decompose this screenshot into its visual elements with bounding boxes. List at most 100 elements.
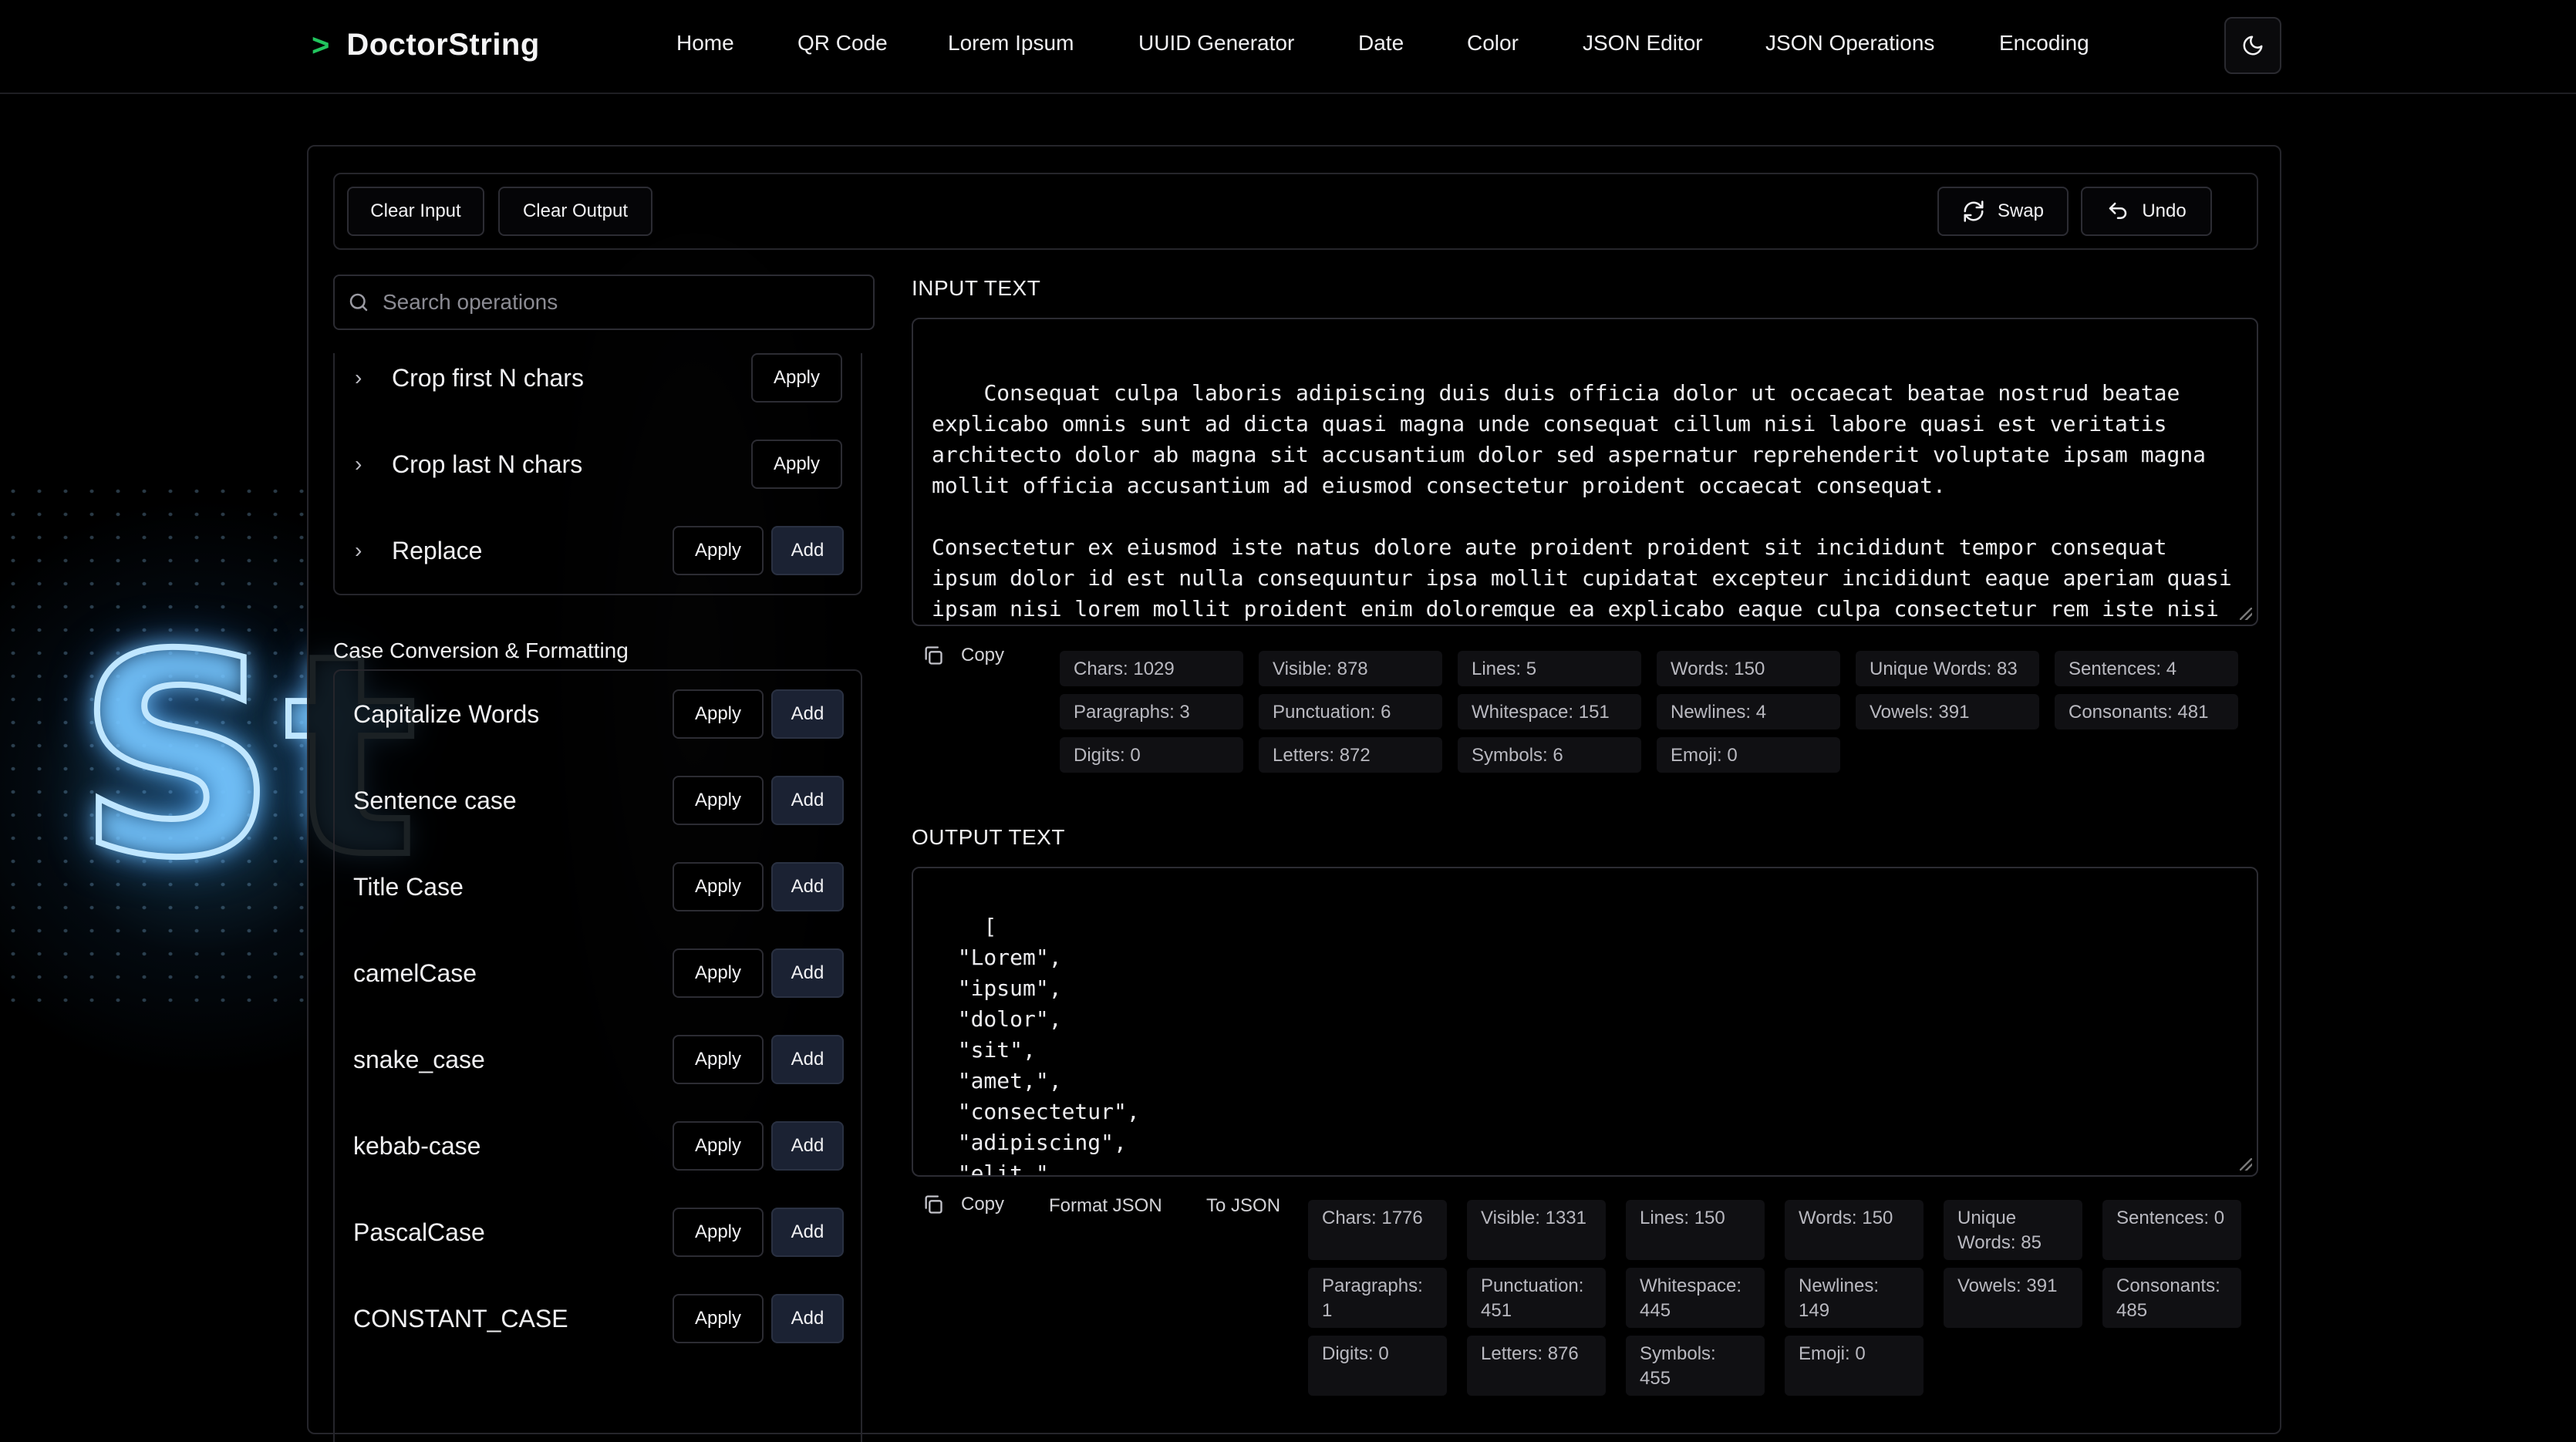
stat-consonants: Consonants: 485 <box>2102 1268 2241 1328</box>
undo-button[interactable]: Undo <box>2081 187 2212 236</box>
stat-visible: Visible: 1331 <box>1467 1200 1606 1260</box>
section-title-case-conversion: Case Conversion & Formatting <box>333 638 629 662</box>
operation-row: PascalCase Apply Add <box>335 1189 861 1275</box>
operation-label: Replace <box>392 536 483 564</box>
chevron-right-icon[interactable]: › <box>355 421 362 507</box>
operation-label: CONSTANT_CASE <box>353 1304 568 1333</box>
stat-sentences: Sentences: 4 <box>2055 651 2238 686</box>
operations-list-case-conversion: Capitalize Words Apply Add Sentence case… <box>333 669 862 1442</box>
apply-button[interactable]: Apply <box>673 1208 764 1257</box>
search-icon <box>349 293 368 312</box>
main-card: Clear Input Clear Output Swap Undo › Cro… <box>307 145 2281 1442</box>
apply-button[interactable]: Apply <box>673 1294 764 1343</box>
nav-json-operations[interactable]: JSON Operations <box>1765 31 1934 56</box>
nav-uuid-generator[interactable]: UUID Generator <box>1138 31 1294 56</box>
search-input[interactable] <box>383 290 845 315</box>
add-button[interactable]: Add <box>771 1208 844 1257</box>
input-copy-button[interactable]: Copy <box>922 645 1004 666</box>
input-textarea[interactable]: Consequat culpa laboris adipiscing duis … <box>912 318 2258 626</box>
operation-label: Title Case <box>353 872 464 901</box>
nav-json-editor[interactable]: JSON Editor <box>1583 31 1703 56</box>
stat-paragraphs: Paragraphs: 1 <box>1308 1268 1447 1328</box>
resize-handle[interactable] <box>2240 1158 2252 1171</box>
stat-lines: Lines: 150 <box>1626 1200 1765 1260</box>
add-button[interactable]: Add <box>771 1294 844 1343</box>
nav-color[interactable]: Color <box>1467 31 1519 56</box>
input-text: Consequat culpa laboris adipiscing duis … <box>932 380 2232 622</box>
swap-button[interactable]: Swap <box>1937 187 2069 236</box>
moon-icon <box>2243 35 2263 56</box>
stat-words: Words: 150 <box>1785 1200 1924 1260</box>
add-button[interactable]: Add <box>771 862 844 911</box>
add-button[interactable]: Add <box>771 1121 844 1171</box>
operation-row: Capitalize Words Apply Add <box>335 671 861 757</box>
nav-home[interactable]: Home <box>676 31 734 56</box>
add-button[interactable]: Add <box>771 776 844 825</box>
nav-qr-code[interactable]: QR Code <box>797 31 888 56</box>
to-json-button[interactable]: To JSON <box>1206 1195 1280 1217</box>
copy-icon <box>925 1195 942 1214</box>
copy-label: Copy <box>961 1194 1005 1215</box>
add-button[interactable]: Add <box>771 948 844 998</box>
apply-button[interactable]: Apply <box>673 526 764 575</box>
operation-row: CONSTANT_CASE Apply Add <box>335 1275 861 1362</box>
apply-button[interactable]: Apply <box>673 776 764 825</box>
apply-button[interactable]: Apply <box>751 440 842 489</box>
apply-button[interactable]: Apply <box>751 353 842 403</box>
format-json-button[interactable]: Format JSON <box>1049 1195 1162 1217</box>
stat-emoji: Emoji: 0 <box>1657 737 1840 773</box>
undo-icon <box>2109 202 2127 219</box>
stat-digits: Digits: 0 <box>1060 737 1243 773</box>
stat-paragraphs: Paragraphs: 3 <box>1060 694 1243 729</box>
stat-words: Words: 150 <box>1657 651 1840 686</box>
operation-label: snake_case <box>353 1045 485 1073</box>
stat-symbols: Symbols: 6 <box>1458 737 1641 773</box>
operation-label: Crop last N chars <box>392 450 583 478</box>
toolbar: Clear Input Clear Output Swap Undo <box>333 173 2258 250</box>
add-button[interactable]: Add <box>771 1035 844 1084</box>
stat-vowels: Vowels: 391 <box>1944 1268 2082 1328</box>
main-nav: Home QR Code Lorem Ipsum UUID Generator … <box>0 31 2576 62</box>
theme-toggle-button[interactable] <box>2224 17 2281 74</box>
output-label: OUTPUT TEXT <box>912 825 1065 849</box>
chevron-right-icon[interactable]: › <box>355 353 362 421</box>
clear-output-button[interactable]: Clear Output <box>498 187 652 236</box>
apply-button[interactable]: Apply <box>673 862 764 911</box>
output-copy-button[interactable]: Copy <box>922 1194 1004 1215</box>
clear-input-button[interactable]: Clear Input <box>347 187 484 236</box>
apply-button[interactable]: Apply <box>673 1035 764 1084</box>
stat-newlines: Newlines: 4 <box>1657 694 1840 729</box>
stat-chars: Chars: 1776 <box>1308 1200 1447 1260</box>
stat-visible: Visible: 878 <box>1259 651 1442 686</box>
search-box[interactable] <box>333 275 875 330</box>
stat-symbols: Symbols: 455 <box>1626 1336 1765 1396</box>
stat-lines: Lines: 5 <box>1458 651 1641 686</box>
copy-label: Copy <box>961 645 1005 665</box>
chevron-right-icon[interactable]: › <box>355 507 362 594</box>
operation-row: kebab-case Apply Add <box>335 1103 861 1189</box>
stat-chars: Chars: 1029 <box>1060 651 1243 686</box>
add-button[interactable]: Add <box>771 689 844 739</box>
stat-emoji: Emoji: 0 <box>1785 1336 1924 1396</box>
nav-lorem-ipsum[interactable]: Lorem Ipsum <box>948 31 1074 56</box>
operation-row: › Crop last N chars Apply <box>335 421 861 507</box>
add-button[interactable]: Add <box>771 526 844 575</box>
stat-punctuation: Punctuation: 6 <box>1259 694 1442 729</box>
operation-row: › Crop first N chars Apply <box>335 353 861 421</box>
nav-encoding[interactable]: Encoding <box>1999 31 2089 56</box>
apply-button[interactable]: Apply <box>673 948 764 998</box>
stat-consonants: Consonants: 481 <box>2055 694 2238 729</box>
nav-date[interactable]: Date <box>1358 31 1404 56</box>
undo-label: Undo <box>2142 200 2187 221</box>
operation-label: Sentence case <box>353 786 517 814</box>
stat-unique-words: Unique Words: 83 <box>1856 651 2039 686</box>
swap-icon <box>1964 200 1984 222</box>
copy-icon <box>925 646 942 665</box>
operation-label: PascalCase <box>353 1218 485 1246</box>
apply-button[interactable]: Apply <box>673 689 764 739</box>
output-textarea[interactable]: [ "Lorem", "ipsum", "dolor", "sit", "ame… <box>912 867 2258 1177</box>
operation-row: Sentence case Apply Add <box>335 757 861 844</box>
resize-handle[interactable] <box>2240 608 2252 620</box>
operation-label: Capitalize Words <box>353 699 540 728</box>
apply-button[interactable]: Apply <box>673 1121 764 1171</box>
